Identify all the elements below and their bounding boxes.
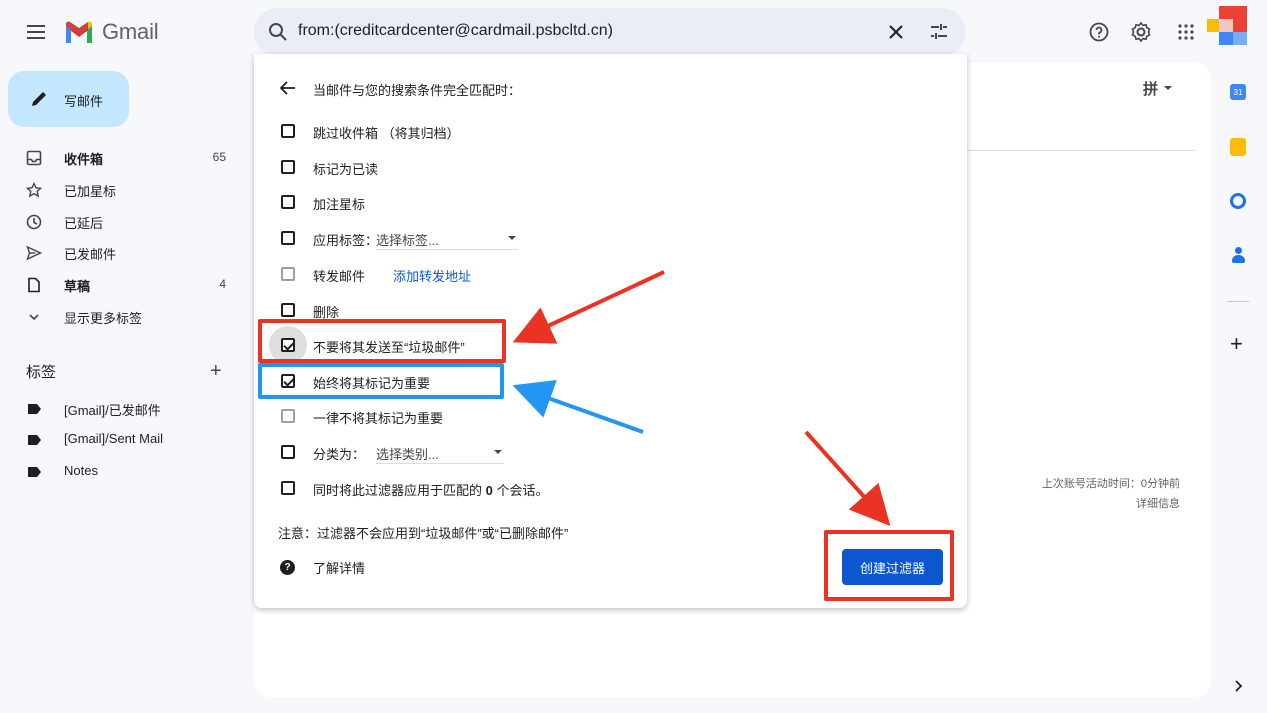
annotation-arrows <box>512 270 891 526</box>
blue-arrow <box>512 379 644 434</box>
red-arrow-2 <box>804 430 891 526</box>
red-arrow-1 <box>512 270 665 344</box>
